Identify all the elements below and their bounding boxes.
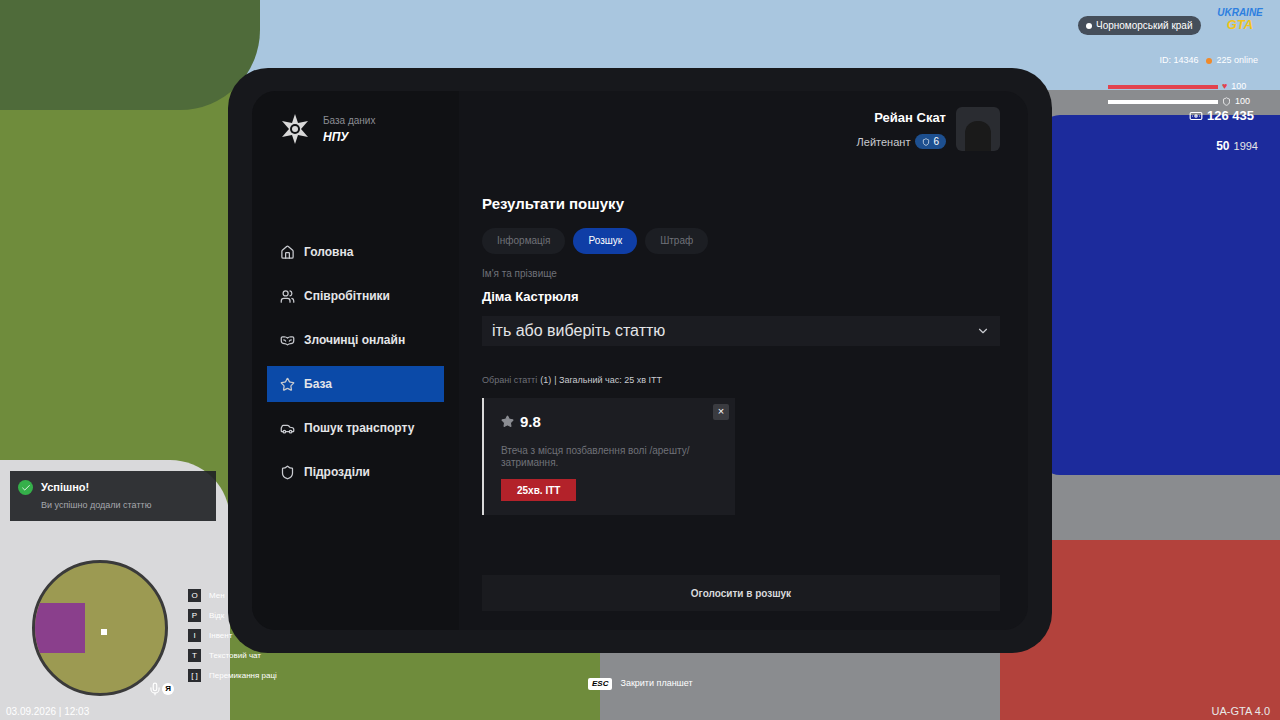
sidebar-item[interactable]: Пошук транспорту [267,410,444,446]
tab[interactable]: Інформація [482,228,565,254]
nav-icon [280,245,295,260]
nav-icon [280,465,295,480]
tabs: Інформація Розшук Штраф [482,228,1000,254]
ammo: 501994 [1216,137,1258,155]
tablet-screen: База данихНПУГоловна Співробітники Злочинц… [252,91,1028,630]
game-logo: UKRAINEGTA [1210,8,1270,31]
submit-button[interactable]: Оголосити в розшук [482,575,1000,611]
app-logo: База данихНПУ [252,91,459,234]
sidebar-item[interactable]: Головна [267,234,444,270]
tab[interactable]: Розшук [573,228,637,254]
sidebar: База данихНПУГоловна Співробітники Злочинц… [252,91,459,630]
user-header: Рейан СкатЛейтенант6 [482,91,1000,151]
article-select[interactable]: іть або виберіть статтю [482,316,1000,346]
location-pill: Чорноморський край [1078,16,1201,35]
datetime: 03.09.2026 | 12:03 [6,704,89,719]
selected-summary: Обрані статті(1)| Загальний час: 25 хв І… [482,374,1000,388]
sidebar-item[interactable]: Співробітники [267,278,444,314]
game-screen: Чорноморський край UKRAINEGTA ID: 14346225… [0,0,1280,720]
close-hint: ESCЗакрити планшет [588,677,693,691]
sidebar-item[interactable]: Злочинці онлайн [267,322,444,358]
main: Рейан СкатЛейтенант6 Результати пошуку Інф… [459,91,1028,630]
star-icon [501,415,514,428]
minimap [32,560,168,696]
results-title: Результати пошуку [482,193,1000,216]
check-icon [18,480,33,495]
rank-badge: 6 [915,134,946,149]
armor-icon [1222,97,1231,106]
money-icon [1189,109,1203,123]
nav-icon [280,421,295,436]
chevron-down-icon [976,324,990,338]
time-badge: 25хв. ІТТ [501,479,576,501]
scene-tree [0,0,260,110]
scene-bus [1040,115,1280,475]
nav-icon [280,289,295,304]
tablet: База данихНПУГоловна Співробітники Злочинц… [228,68,1052,653]
remove-button[interactable]: × [713,404,729,420]
player-marker [101,629,107,635]
key-hint: [ ]Перемикання раці [188,669,277,682]
sidebar-item[interactable]: Підрозділи [267,454,444,490]
tab[interactable]: Штраф [645,228,708,254]
nav-icon [280,333,295,348]
avatar [956,107,1000,151]
armor-fill [1108,100,1218,104]
person-name: Діма Кастрюля [482,287,1000,307]
health-row: ♥100 [1108,80,1246,94]
sidebar-nav: Головна Співробітники Злочинці онлайн База П… [252,234,459,490]
player-info: ID: 14346225 online [1159,54,1258,68]
sidebar-item[interactable]: База [267,366,444,402]
watermark: UA-GTA 4.0 [1212,703,1270,720]
nav-icon [280,377,295,392]
location-icon [1086,23,1092,29]
notification: Успішно!Ви успішно додали статтю [10,471,216,521]
mic-icon [148,682,162,696]
online-dot [1206,58,1212,64]
armor-row: 100 [1108,95,1250,109]
police-badge-icon [279,113,311,145]
name-label: Ім'я та прізвище [482,266,1000,281]
mic-indicator: Я [148,682,174,696]
health-fill [1108,85,1218,89]
article-card: ×9.8Втеча з місця позбавлення волі /ареш… [482,398,735,516]
money: 126 435 [1189,106,1254,126]
articles: ×9.8Втеча з місця позбавлення волі /ареш… [482,398,1000,516]
